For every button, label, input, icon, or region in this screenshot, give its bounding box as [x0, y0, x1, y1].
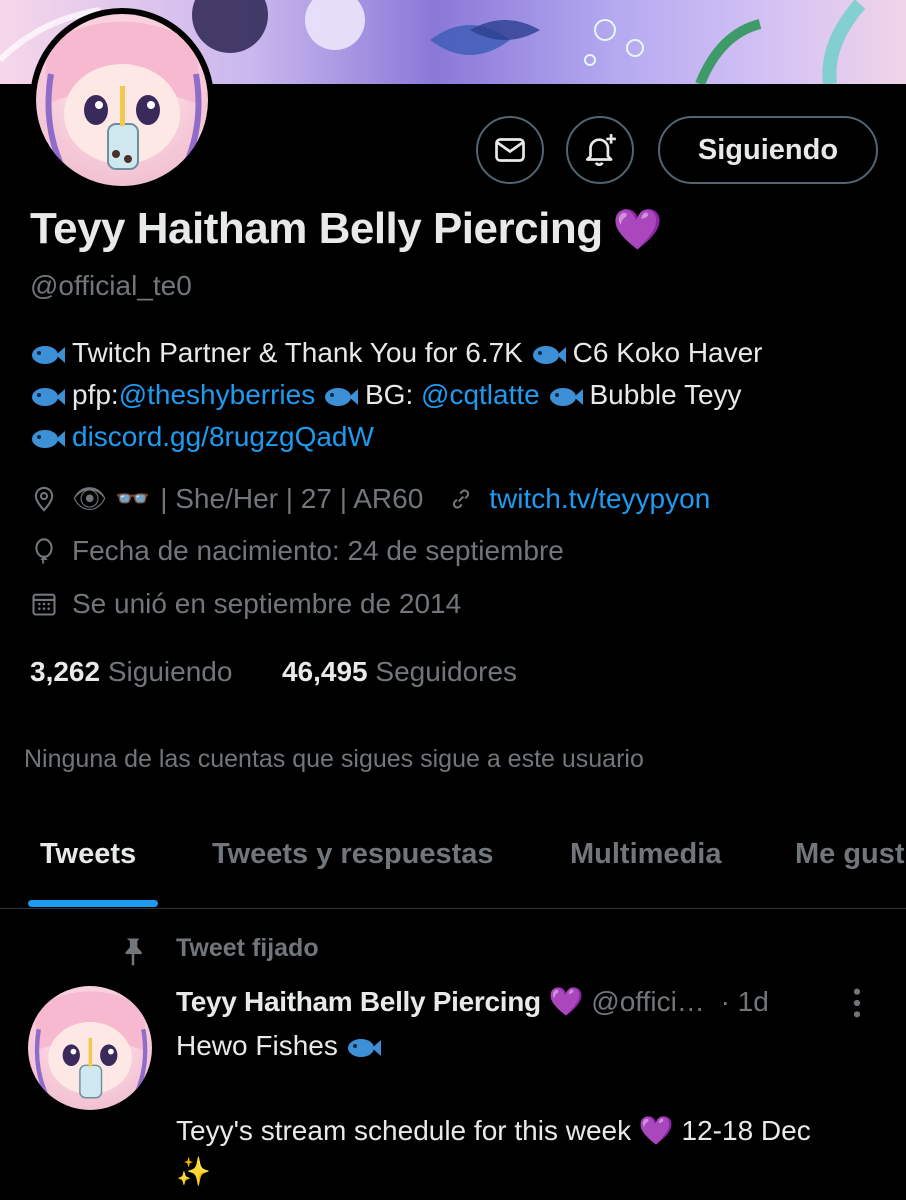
link-icon [453, 488, 470, 509]
fish-emoji [549, 388, 583, 406]
profile-name: Teyy Haitham Belly Piercing 💜 [30, 204, 662, 254]
tweet-author-name[interactable]: Teyy Haitham Belly Piercing [176, 986, 541, 1017]
fish-emoji [32, 346, 65, 364]
birthday-text: Fecha de nacimiento: 24 de septiembre [72, 535, 564, 566]
bell-plus-icon [585, 134, 616, 167]
tweet-author-handle[interactable]: @offici… [591, 986, 705, 1017]
tab-tweets-and-replies[interactable]: Tweets y respuestas [212, 838, 494, 871]
website-link[interactable]: twitch.tv/teyypyon [489, 483, 710, 515]
purple-heart-emoji: 💜 [612, 208, 663, 252]
location-emojis: 👁 👓 [72, 483, 151, 514]
pinned-tweet-label: Tweet fijado [176, 934, 319, 962]
purple-heart-emoji: 💜 [638, 1115, 674, 1146]
bio-text-bg: BG: [365, 379, 414, 410]
bio-text-bubble: Bubble Teyy [589, 379, 742, 410]
message-button[interactable] [476, 116, 544, 184]
bio-text-pfp: pfp: [72, 379, 119, 410]
profile-joined-row: Se unió en septiembre de 2014 [30, 588, 461, 620]
profile-location-row: 👁 👓 | She/Her | 27 | AR60 twitch.tv/teyy… [30, 482, 710, 515]
tweet-line-3: ✨ [176, 1156, 211, 1187]
location-icon [34, 486, 54, 512]
tweet-text-dates: 12-18 Dec [681, 1115, 811, 1146]
bio-line-3: discord.gg/8rugzgQadW [30, 416, 890, 458]
tweet-text-schedule: Teyy's stream schedule for this week [176, 1115, 632, 1146]
tweet-line-1: Hewo Fishes [176, 1030, 388, 1062]
following-label: Siguiendo [107, 656, 233, 687]
more-icon[interactable] [850, 986, 864, 1020]
fish-emoji [325, 388, 358, 406]
bio-line-1: Twitch Partner & Thank You for 6.7K C6 K… [30, 332, 890, 374]
avatar-illustration [34, 991, 148, 1110]
following-count: 3,262 [30, 656, 101, 687]
tab-tweets[interactable]: Tweets [40, 838, 136, 871]
calendar-icon [32, 593, 56, 616]
joined-text: Se unió en septiembre de 2014 [72, 588, 462, 619]
following-button[interactable]: Siguiendo [658, 116, 878, 184]
balloon-icon [35, 538, 53, 564]
bio-text-partner: Twitch Partner & Thank You for 6.7K [72, 337, 523, 368]
profile-bio: Twitch Partner & Thank You for 6.7K C6 K… [30, 332, 890, 458]
fish-emoji [32, 388, 65, 406]
bio-link-cqtlatte[interactable]: @cqtlatte [421, 379, 540, 410]
followers-count-link[interactable]: 46,495 Seguidores [282, 656, 517, 687]
bio-link-theshyberries[interactable]: @theshyberries [119, 379, 316, 410]
tab-likes[interactable]: Me gust [795, 838, 905, 871]
profile-tabs: Tweets Tweets y respuestas Multimedia Me… [0, 820, 906, 909]
tweet-time[interactable]: · 1d [721, 986, 769, 1017]
purple-heart-emoji: 💜 [548, 986, 584, 1017]
fish-emoji [347, 1039, 381, 1057]
following-count-link[interactable]: 3,262 Siguiendo [30, 656, 232, 687]
tweet-header: Teyy Haitham Belly Piercing 💜 @offici… ·… [176, 985, 769, 1018]
followers-label: Seguidores [375, 656, 518, 687]
profile-handle: @official_te0 [30, 270, 192, 301]
notifications-button[interactable] [566, 116, 634, 184]
bio-line-2: pfp:@theshyberries BG: @cqtlatte Bubble … [30, 374, 890, 416]
tweet-line-2: Teyy's stream schedule for this week 💜 1… [176, 1114, 811, 1147]
profile-avatar[interactable] [30, 8, 214, 192]
followers-count: 46,495 [281, 656, 368, 687]
tweet-text-greeting: Hewo Fishes [176, 1030, 338, 1061]
profile-name-text: Teyy Haitham Belly Piercing [30, 204, 603, 253]
pin-icon [125, 938, 142, 966]
mutual-followers-note: Ninguna de las cuentas que sigues sigue … [24, 745, 644, 773]
tweet-author-avatar[interactable] [28, 986, 152, 1110]
fish-emoji [32, 430, 65, 448]
follow-counts: 3,262 Siguiendo 46,495 Seguidores [30, 656, 517, 688]
location-text: | She/Her | 27 | AR60 [160, 482, 424, 514]
profile-birthday-row: Fecha de nacimiento: 24 de septiembre [30, 535, 564, 567]
fish-emoji [532, 346, 566, 364]
avatar-illustration [45, 21, 202, 186]
bio-text-koko: C6 Koko Haver [572, 337, 763, 368]
mail-icon [495, 138, 525, 162]
tab-media[interactable]: Multimedia [570, 838, 721, 871]
bio-link-discord[interactable]: discord.gg/8rugzgQadW [72, 421, 374, 452]
active-tab-indicator [28, 900, 158, 907]
